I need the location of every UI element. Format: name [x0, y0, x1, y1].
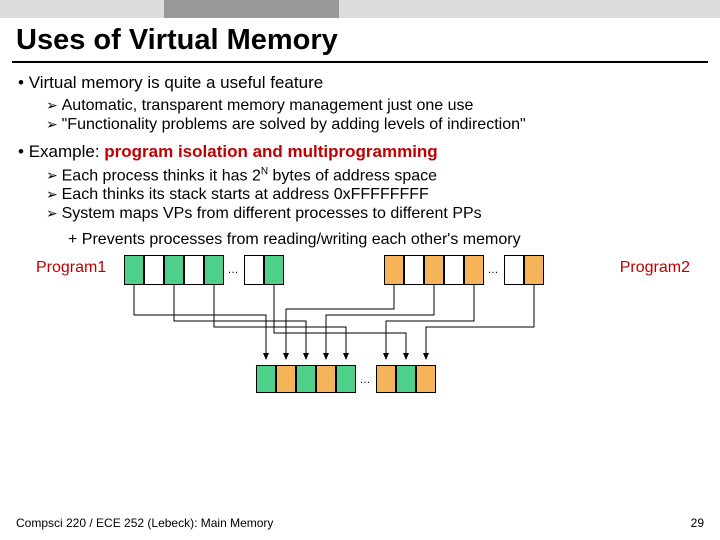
- bullet-2-emph: program isolation and multiprogramming: [104, 142, 437, 161]
- footer-left: Compsci 220 / ECE 252 (Lebeck): Main Mem…: [16, 516, 273, 530]
- program1-strip: …: [124, 255, 284, 285]
- program1-label: Program1: [36, 259, 106, 277]
- ellipsis-icon: …: [356, 365, 376, 395]
- slide-body: Virtual memory is quite a useful feature…: [0, 73, 720, 425]
- decorative-top-bar: [0, 0, 720, 18]
- bullet-1-1: Automatic, transparent memory management…: [46, 97, 702, 115]
- bullet-2-3: System maps VPs from different processes…: [46, 205, 702, 223]
- footer-page-number: 29: [691, 516, 704, 530]
- bullet-2: Example: program isolation and multiprog…: [18, 142, 702, 162]
- bullet-1: Virtual memory is quite a useful feature: [18, 73, 702, 93]
- ellipsis-icon: …: [484, 255, 504, 285]
- physical-memory-strip: …: [256, 365, 436, 395]
- program2-strip: …: [384, 255, 544, 285]
- slide-footer: Compsci 220 / ECE 252 (Lebeck): Main Mem…: [16, 516, 704, 530]
- bullet-1-2: "Functionality problems are solved by ad…: [46, 116, 702, 134]
- title-rule: [12, 61, 708, 63]
- slide-title: Uses of Virtual Memory: [0, 18, 720, 59]
- bullet-2-1: Each process thinks it has 2N bytes of a…: [46, 166, 702, 185]
- bullet-2-pre: Example:: [29, 142, 105, 161]
- bullet-2-2: Each thinks its stack starts at address …: [46, 186, 702, 204]
- program2-label: Program2: [620, 259, 690, 277]
- diagram: Program1 Program2 … … …: [18, 255, 702, 425]
- bullet-2-3-1: Prevents processes from reading/writing …: [68, 231, 702, 249]
- ellipsis-icon: …: [224, 255, 244, 285]
